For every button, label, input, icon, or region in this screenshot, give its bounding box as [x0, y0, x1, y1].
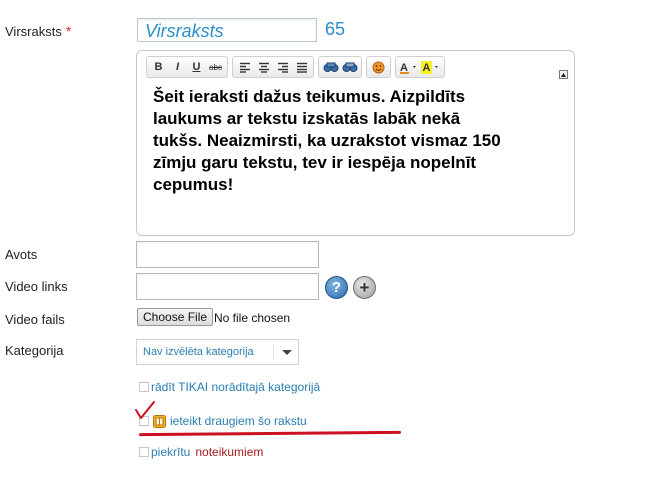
- align-center-icon[interactable]: [255, 59, 272, 75]
- bold-button[interactable]: B: [150, 59, 167, 75]
- color-group: A A: [395, 56, 445, 78]
- chevron-down-icon: [282, 350, 292, 355]
- highlight-color-icon[interactable]: A: [421, 59, 441, 75]
- link-group: [318, 56, 362, 78]
- add-icon[interactable]: +: [353, 276, 376, 299]
- recommend-friends-option: ieteikt draugiem šo rakstu: [139, 414, 307, 428]
- category-label: Kategorija: [5, 343, 64, 358]
- smiley-icon[interactable]: [370, 59, 387, 75]
- recommend-friends-label: ieteikt draugiem šo rakstu: [170, 414, 307, 428]
- show-only-category-option: rādīt TIKAI norādītajā kategorijā: [139, 380, 320, 394]
- text-style-group: B I U abc: [146, 56, 228, 78]
- emoticon-group: [366, 56, 391, 78]
- title-label: Virsraksts *: [5, 23, 71, 39]
- agree-terms-prefix: piekrītu: [151, 445, 191, 459]
- show-only-category-checkbox[interactable]: [139, 382, 149, 392]
- font-color-icon[interactable]: A: [399, 59, 419, 75]
- help-icon[interactable]: ?: [325, 276, 348, 299]
- agree-terms-checkbox[interactable]: [139, 447, 149, 457]
- align-justify-icon[interactable]: [293, 59, 310, 75]
- select-divider: [273, 344, 274, 360]
- category-selected-value: Nav izvēlēta kategorija: [143, 346, 254, 358]
- required-marker: *: [65, 23, 72, 39]
- char-counter: 65: [325, 19, 346, 39]
- show-only-category-label: rādīt TIKAI norādītajā kategorijā: [151, 380, 321, 394]
- svg-text:A: A: [423, 62, 431, 74]
- video-link-input[interactable]: [136, 273, 319, 300]
- alignment-group: [232, 56, 314, 78]
- align-left-icon[interactable]: [236, 59, 253, 75]
- title-label-text: Virsraksts: [5, 24, 62, 39]
- video-link-label: Video links: [5, 279, 68, 294]
- editor-content[interactable]: Šeit ieraksti dažus teikumus. Aizpildīts…: [153, 86, 513, 196]
- underline-button[interactable]: U: [188, 59, 205, 75]
- no-file-text: No file chosen: [214, 311, 291, 325]
- annotation-underline: [138, 430, 402, 437]
- video-file-label: Video fails: [5, 312, 65, 327]
- category-select[interactable]: Nav izvēlēta kategorija: [136, 339, 299, 365]
- align-right-icon[interactable]: [274, 59, 291, 75]
- source-label: Avots: [5, 247, 38, 262]
- choose-file-button[interactable]: Choose File: [137, 308, 214, 326]
- editor-toolbar: B I U abc A A: [146, 56, 445, 78]
- strikethrough-button[interactable]: abc: [207, 59, 224, 75]
- source-input[interactable]: [136, 241, 319, 268]
- toolbar-collapse-button[interactable]: [559, 70, 568, 79]
- link-icon[interactable]: [322, 59, 339, 75]
- agree-terms-option: piekrītu noteikumiem: [139, 445, 263, 459]
- italic-button[interactable]: I: [169, 59, 186, 75]
- title-input[interactable]: Virsraksts: [137, 18, 317, 42]
- terms-link[interactable]: noteikumiem: [195, 445, 263, 459]
- checkmark-annotation-icon: [135, 401, 155, 419]
- unlink-icon[interactable]: [341, 59, 358, 75]
